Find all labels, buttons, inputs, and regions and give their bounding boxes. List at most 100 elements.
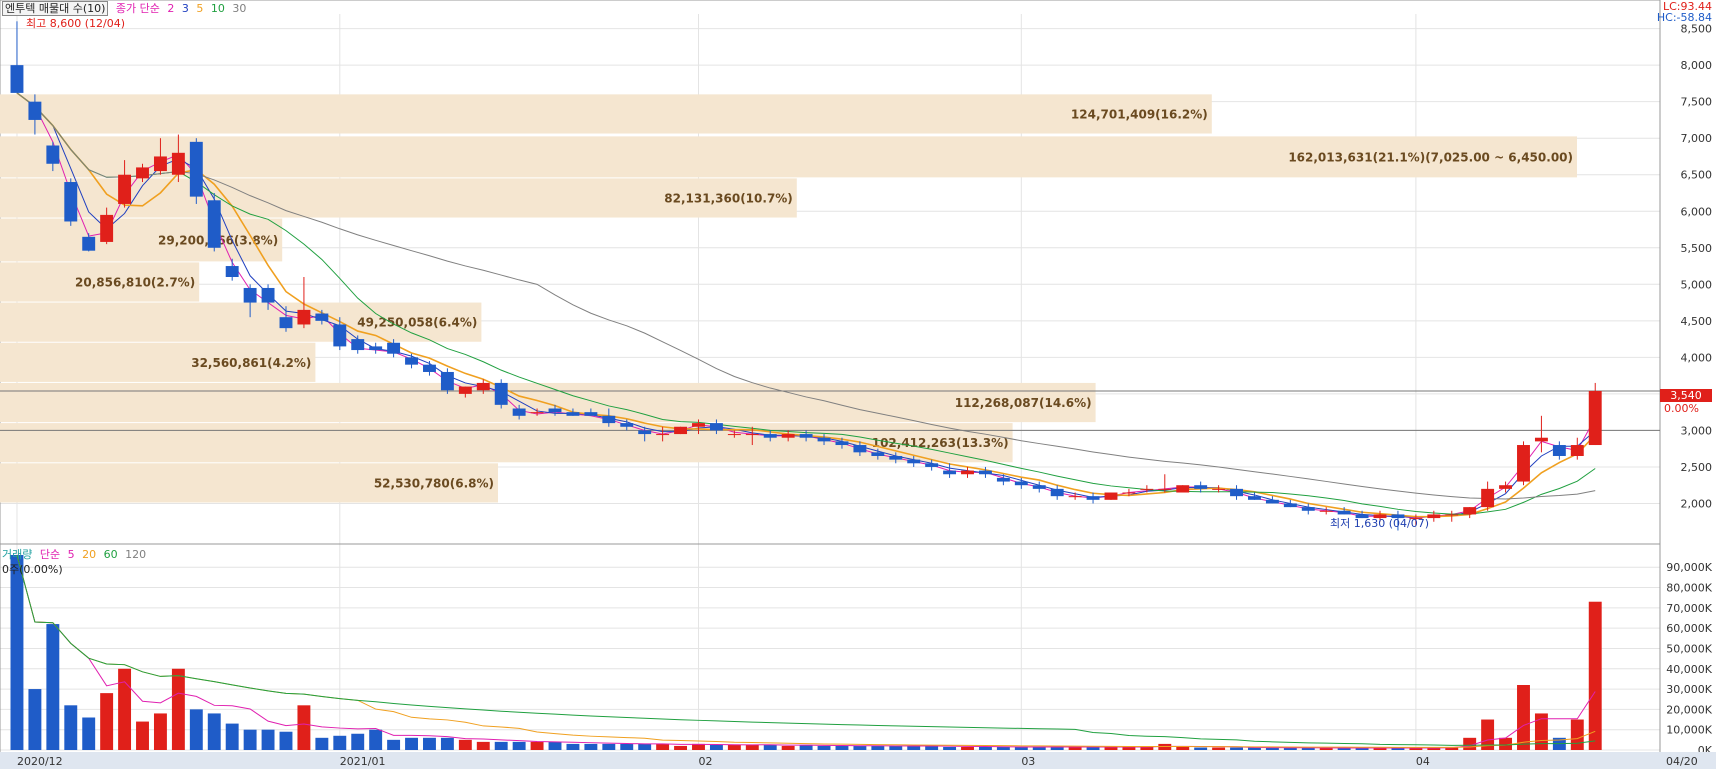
candle-body — [261, 287, 275, 303]
volume-bar — [602, 743, 616, 750]
volume-profile-label: 52,530,780(6.8%) — [374, 476, 494, 490]
date-label: 03 — [1021, 755, 1035, 768]
volume-bar — [620, 743, 634, 750]
candle-body — [423, 364, 436, 372]
candle-body — [1158, 488, 1172, 490]
volume-bar — [1212, 747, 1226, 750]
volume-tick-label: 60,000K — [1666, 622, 1712, 635]
volume-ma-line-20 — [16, 554, 1596, 748]
date-label: 2021/01 — [340, 755, 386, 768]
candle-body — [297, 309, 311, 325]
candle-body — [978, 470, 992, 475]
indicator-title[interactable]: 엔투텍 매물대 수(10) — [2, 1, 109, 16]
candle-body — [1337, 510, 1351, 515]
candle-body — [118, 174, 132, 204]
volume-bar — [566, 743, 580, 750]
candle-body — [1463, 507, 1477, 515]
volume-bar — [996, 746, 1010, 750]
candle-body — [189, 141, 203, 197]
volume-bar — [82, 717, 96, 750]
date-axis-bar — [0, 752, 1716, 769]
volume-bar — [889, 745, 903, 750]
volume-bar — [387, 739, 401, 750]
candle-body — [1283, 503, 1297, 508]
candle-body — [64, 182, 78, 222]
candle-body — [153, 156, 167, 172]
candle-body — [405, 357, 418, 365]
chart-canvas: 8,500 8,000 7,500 7,000 6,500 6,000 5,500 5,000… — [0, 0, 1716, 769]
volume-ma-60[interactable]: 60 — [104, 548, 118, 561]
volume-bar — [279, 731, 293, 750]
candle-body — [763, 434, 777, 438]
volume-ma-20[interactable]: 20 — [82, 548, 96, 561]
ma-period-30[interactable]: 30 — [232, 2, 246, 15]
candle-body — [1248, 496, 1261, 500]
candle-body — [853, 445, 867, 453]
volume-bar — [1176, 746, 1190, 750]
volume-bar — [943, 746, 957, 750]
volume-bar — [1194, 747, 1208, 750]
price-tick-label: 8,500 — [1681, 23, 1713, 36]
volume-ma-120[interactable]: 120 — [125, 548, 146, 561]
volume-bar — [10, 555, 24, 750]
candle-body — [1499, 485, 1513, 489]
ma-period-2[interactable]: 2 — [167, 2, 174, 15]
candle-body — [243, 287, 257, 303]
volume-tick-label: 50,000K — [1666, 642, 1712, 655]
volume-bar — [351, 733, 365, 750]
volume-bar — [136, 721, 149, 750]
price-tick-label: 7,000 — [1681, 132, 1713, 145]
candle-body — [1570, 445, 1584, 456]
candle-body — [171, 152, 185, 175]
candle-body — [943, 470, 957, 475]
candle-body — [638, 430, 652, 435]
candle-body — [835, 441, 849, 446]
candle-body — [1517, 445, 1530, 482]
candle-body — [620, 423, 634, 427]
candle-body — [82, 236, 96, 251]
candle-body — [512, 408, 526, 416]
volume-bar — [727, 744, 741, 750]
volume-profile-band — [0, 94, 1212, 134]
volume-bar — [494, 741, 508, 750]
price-tick-label: 3,000 — [1681, 424, 1713, 437]
candle-body — [1445, 514, 1459, 516]
volume-header: 거래량 단순 5 20 60 120 — [2, 546, 150, 562]
candle-body — [1301, 507, 1315, 511]
volume-title[interactable]: 거래량 — [2, 548, 32, 561]
candle-body — [1068, 496, 1082, 498]
volume-bar — [440, 737, 454, 750]
candle-body — [1122, 492, 1136, 494]
volume-bar — [28, 689, 42, 750]
volume-bar — [297, 705, 311, 750]
volume-tick-label: 30,000K — [1666, 683, 1712, 696]
price-tick-label: 2,000 — [1681, 497, 1713, 510]
candle-body — [817, 437, 831, 442]
ma-label: 종가 단순 — [115, 2, 160, 15]
candle-body — [1014, 481, 1028, 486]
volume-ma-line-5 — [16, 554, 1596, 749]
ma-period-3[interactable]: 3 — [182, 2, 189, 15]
volume-bar — [674, 745, 688, 750]
volume-bar — [709, 744, 723, 750]
volume-ma-5[interactable]: 5 — [68, 548, 75, 561]
candle-body — [387, 342, 401, 354]
ma-period-10[interactable]: 10 — [211, 2, 225, 15]
candle-body — [458, 386, 472, 394]
volume-bar — [118, 668, 132, 750]
volume-bar — [333, 735, 347, 750]
volume-bar — [1570, 719, 1584, 750]
candle-body — [476, 382, 490, 391]
candle-body — [46, 145, 60, 164]
candle-body — [279, 317, 293, 329]
candle-body — [1534, 437, 1548, 442]
candle-body — [1104, 492, 1118, 500]
max-price-label: 최고 8,600 (12/04) — [26, 17, 126, 30]
volume-bar — [781, 745, 795, 750]
candle-body — [674, 426, 688, 435]
ma-period-5[interactable]: 5 — [196, 2, 203, 15]
candle-body — [745, 434, 759, 436]
volume-bar — [369, 729, 383, 750]
candle-body — [351, 339, 365, 351]
price-tick-label: 5,500 — [1681, 242, 1713, 255]
